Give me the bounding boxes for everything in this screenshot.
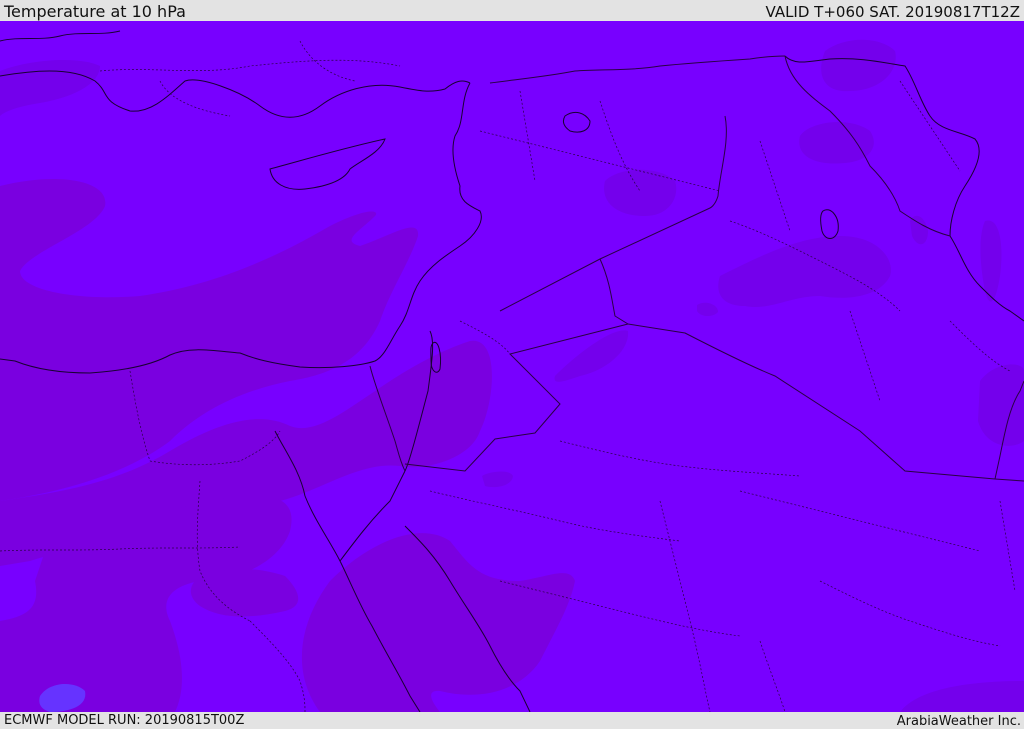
model-run: ECMWF MODEL RUN: 20190815T00Z (4, 713, 245, 728)
map-title: Temperature at 10 hPa (4, 2, 186, 21)
band-east-edge (978, 364, 1024, 446)
footer-bar: ECMWF MODEL RUN: 20190815T00Z ArabiaWeat… (0, 712, 1024, 729)
temperature-map[interactable] (0, 21, 1024, 712)
weather-map-frame: Temperature at 10 hPa VALID T+060 SAT. 2… (0, 0, 1024, 729)
band-egypt-inner (190, 569, 299, 617)
credit: ArabiaWeather Inc. (896, 714, 1021, 729)
band-iran-spot (799, 121, 874, 164)
valid-time: VALID T+060 SAT. 20190817T12Z (765, 3, 1020, 21)
header-bar: Temperature at 10 hPa VALID T+060 SAT. 2… (0, 0, 1024, 21)
map-canvas[interactable] (0, 21, 1024, 712)
